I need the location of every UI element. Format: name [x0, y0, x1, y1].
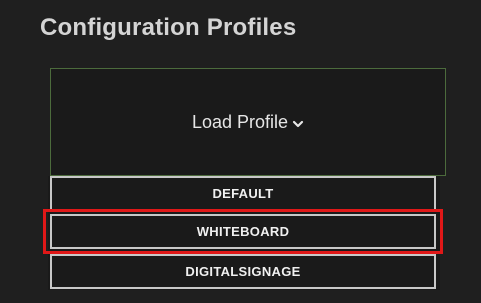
- chevron-down-icon: [292, 116, 304, 128]
- load-profile-dropdown-button[interactable]: Load Profile: [50, 68, 446, 176]
- configuration-profiles-panel: Configuration Profiles Load Profile DEFA…: [0, 0, 481, 303]
- profile-option-digitalsignage[interactable]: DIGITALSIGNAGE: [50, 254, 436, 289]
- profile-option-whiteboard[interactable]: WHITEBOARD: [50, 214, 436, 249]
- profile-option-default[interactable]: DEFAULT: [50, 176, 436, 211]
- load-profile-label: Load Profile: [191, 111, 289, 132]
- profile-dropdown-menu: DEFAULT WHITEBOARD DIGITALSIGNAGE: [48, 176, 440, 290]
- panel-title: Configuration Profiles: [40, 14, 297, 41]
